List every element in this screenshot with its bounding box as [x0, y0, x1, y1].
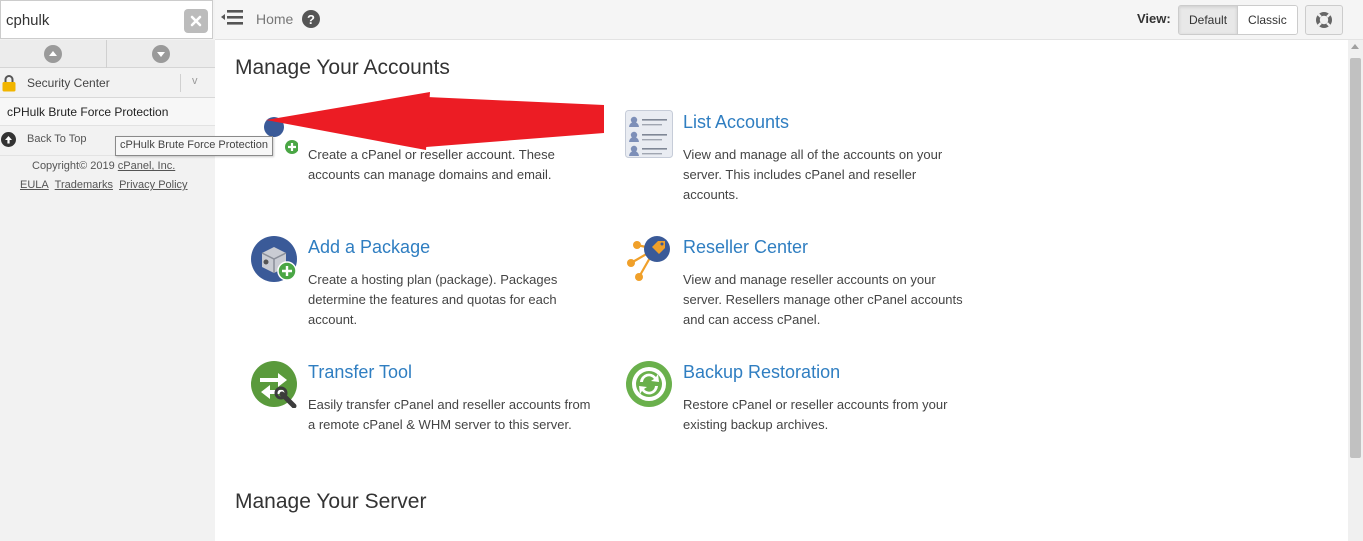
feature-transfer-tool[interactable]: Transfer Tool Easily transfer cPanel and… — [250, 360, 591, 470]
sidebar-category-label: Security Center — [27, 76, 110, 90]
clear-search-button[interactable] — [184, 9, 208, 33]
sidebar-item-cphulk[interactable]: cPHulk Brute Force Protection — [0, 98, 215, 126]
lifebuoy-icon — [1316, 12, 1332, 28]
sidebar-footer: Copyright© 2019 cPanel, Inc. EULA Tradem… — [0, 155, 215, 197]
support-button[interactable] — [1305, 5, 1343, 35]
footer-links: EULA Trademarks Privacy Policy — [20, 179, 188, 191]
arrow-up-icon — [1, 132, 16, 147]
close-icon — [190, 15, 202, 27]
section-title-manage-server: Manage Your Server — [235, 490, 427, 513]
copyright-line: Copyright© 2019 cPanel, Inc. — [32, 160, 175, 172]
menu-collapse-icon[interactable] — [220, 8, 244, 28]
trademarks-link[interactable]: Trademarks — [55, 179, 113, 191]
sidebar-item-label: cPHulk Brute Force Protection — [7, 105, 169, 119]
view-label: View: — [1137, 11, 1171, 26]
feature-description: View and manage all of the accounts on y… — [683, 147, 943, 202]
chevron-down-icon[interactable]: v — [192, 75, 198, 87]
divider — [180, 74, 181, 92]
chevron-up-icon — [44, 45, 62, 63]
privacy-policy-link[interactable]: Privacy Policy — [119, 179, 187, 191]
view-toggle: Default Classic — [1178, 5, 1298, 35]
list-accounts-icon — [625, 110, 673, 158]
scroll-up-arrow-icon[interactable] — [1351, 44, 1359, 49]
scrollbar[interactable] — [1348, 40, 1363, 541]
top-bar: Home ? View: Default Classic — [215, 0, 1363, 40]
chevron-down-icon — [152, 45, 170, 63]
result-navigation — [0, 40, 215, 68]
main-content: Manage Your Accounts Create a cPanel or … — [215, 40, 1348, 541]
add-package-icon — [251, 236, 297, 282]
backup-restoration-icon — [626, 361, 672, 407]
company-link[interactable]: cPanel, Inc. — [118, 160, 175, 172]
feature-list-accounts[interactable]: List Accounts View and manage all of the… — [625, 110, 965, 220]
feature-create-account[interactable]: Create a cPanel or reseller account. The… — [250, 110, 590, 220]
feature-title[interactable]: Reseller Center — [683, 237, 808, 258]
next-result-button[interactable] — [107, 40, 215, 68]
feature-reseller-center[interactable]: Reseller Center View and manage reseller… — [625, 235, 965, 345]
sidebar: Security Center v cPHulk Brute Force Pro… — [0, 0, 215, 541]
sidebar-category-security-center[interactable]: Security Center v — [0, 68, 215, 98]
search-input[interactable] — [6, 7, 176, 33]
copyright-text: Copyright© 2019 — [32, 160, 115, 172]
feature-title[interactable]: List Accounts — [683, 112, 789, 133]
search-box — [0, 0, 213, 39]
reseller-center-icon — [627, 236, 670, 281]
eula-link[interactable]: EULA — [20, 179, 49, 191]
feature-backup-restoration[interactable]: Backup Restoration Restore cPanel or res… — [625, 360, 965, 470]
tooltip: cPHulk Brute Force Protection — [115, 136, 273, 156]
back-to-top-label: Back To Top — [27, 133, 87, 145]
feature-description: View and manage reseller accounts on you… — [683, 272, 963, 327]
view-classic-button[interactable]: Classic — [1238, 6, 1297, 34]
feature-description: Restore cPanel or reseller accounts from… — [683, 397, 948, 432]
feature-title[interactable]: Transfer Tool — [308, 362, 412, 383]
feature-title[interactable]: Backup Restoration — [683, 362, 840, 383]
help-icon[interactable]: ? — [302, 10, 320, 28]
transfer-tool-icon — [251, 361, 297, 408]
feature-description: Create a cPanel or reseller account. The… — [308, 147, 555, 182]
feature-description: Create a hosting plan (package). Package… — [308, 272, 558, 327]
lock-icon — [2, 75, 16, 92]
previous-result-button[interactable] — [0, 40, 107, 68]
feature-description: Easily transfer cPanel and reseller acco… — [308, 397, 591, 432]
feature-title[interactable]: Add a Package — [308, 237, 430, 258]
breadcrumb-home[interactable]: Home — [256, 11, 293, 27]
view-default-button[interactable]: Default — [1179, 6, 1239, 34]
scrollbar-thumb[interactable] — [1350, 58, 1361, 458]
section-title-manage-accounts: Manage Your Accounts — [235, 56, 450, 79]
feature-add-package[interactable]: Add a Package Create a hosting plan (pac… — [250, 235, 590, 345]
